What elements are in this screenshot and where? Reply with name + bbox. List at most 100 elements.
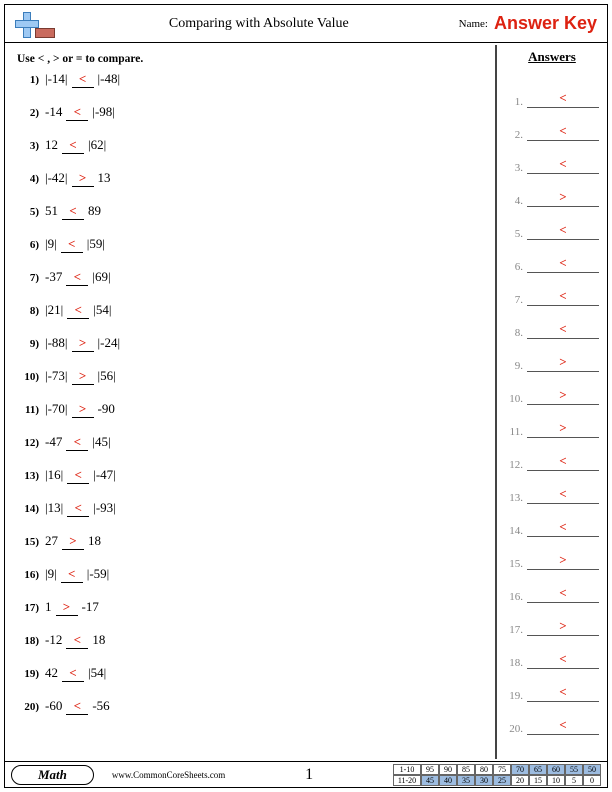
instruction-text: Use < , > or = to compare. <box>17 53 485 65</box>
answer-row: 16.< <box>505 570 599 603</box>
left-operand: 27 <box>45 533 58 549</box>
score-cell: 40 <box>439 775 457 786</box>
answer-number: 19. <box>505 690 523 702</box>
expression: 12<|62| <box>45 137 106 154</box>
score-cell: 30 <box>475 775 493 786</box>
problem-number: 4) <box>17 173 39 185</box>
answer-number: 3. <box>505 162 523 174</box>
comparison-slot: < <box>61 236 83 253</box>
answer-number: 5. <box>505 228 523 240</box>
left-operand: -47 <box>45 434 62 450</box>
expression: -14<|-98| <box>45 104 115 121</box>
answer-number: 8. <box>505 327 523 339</box>
left-operand: 1 <box>45 599 52 615</box>
expression: |-14|<|-48| <box>45 71 120 88</box>
answer-number: 1. <box>505 96 523 108</box>
answer-row: 12.< <box>505 438 599 471</box>
score-cell: 5 <box>565 775 583 786</box>
score-cell: 90 <box>439 764 457 775</box>
score-cell: 45 <box>421 775 439 786</box>
footer: Math www.CommonCoreSheets.com 1 1-109590… <box>5 761 607 787</box>
answer-value: < <box>527 156 599 174</box>
comparison-symbol: < <box>69 665 76 680</box>
right-operand: |-47| <box>93 467 116 483</box>
expression: 27 >18 <box>45 533 101 550</box>
right-operand: |-48| <box>98 71 121 87</box>
answer-value: < <box>527 321 599 339</box>
right-operand: |54| <box>88 665 106 681</box>
problem-number: 18) <box>17 635 39 647</box>
comparison-slot: < <box>72 71 94 88</box>
expression: |9|<|59| <box>45 236 105 253</box>
comparison-symbol: > <box>69 533 76 548</box>
comparison-symbol: > <box>79 368 86 383</box>
answer-value: < <box>527 453 599 471</box>
answer-number: 11. <box>505 426 523 438</box>
answer-row: 2.< <box>505 108 599 141</box>
expression: |16|<|-47| <box>45 467 116 484</box>
comparison-symbol: < <box>68 566 75 581</box>
expression: |-42|>13 <box>45 170 111 187</box>
comparison-slot: > <box>72 170 94 187</box>
score-cell: 1-10 <box>393 764 421 775</box>
right-operand: |54| <box>93 302 111 318</box>
problem-number: 19) <box>17 668 39 680</box>
left-operand: -12 <box>45 632 62 648</box>
expression: 1>-17 <box>45 599 99 616</box>
problem-number: 16) <box>17 569 39 581</box>
answer-row: 14.< <box>505 504 599 537</box>
problem-number: 10) <box>17 371 39 383</box>
answer-row: 3. < <box>505 141 599 174</box>
comparison-slot: > <box>72 401 94 418</box>
comparison-slot: < <box>61 566 83 583</box>
score-cell: 55 <box>565 764 583 775</box>
score-cell: 15 <box>529 775 547 786</box>
comparison-symbol: < <box>75 302 82 317</box>
problem-row: 4) |-42|>13 <box>17 170 485 203</box>
answer-value: < <box>527 222 599 240</box>
problem-number: 5) <box>17 206 39 218</box>
problem-row: 17)1>-17 <box>17 599 485 632</box>
problem-row: 18)-12<18 <box>17 632 485 665</box>
problem-row: 2)-14<|-98| <box>17 104 485 137</box>
score-cell: 10 <box>547 775 565 786</box>
expression: |9|<|-59| <box>45 566 109 583</box>
answer-number: 15. <box>505 558 523 570</box>
answer-row: 13.< <box>505 471 599 504</box>
comparison-symbol: < <box>74 632 81 647</box>
answer-row: 19.< <box>505 669 599 702</box>
comparison-symbol: < <box>74 698 81 713</box>
score-cell: 80 <box>475 764 493 775</box>
right-operand: |-59| <box>87 566 110 582</box>
comparison-slot: < <box>66 269 88 286</box>
answers-header: Answers <box>505 49 599 65</box>
right-operand: |-24| <box>98 335 121 351</box>
answer-row: 20.< <box>505 702 599 735</box>
comparison-symbol: < <box>74 104 81 119</box>
comparison-symbol: < <box>79 71 86 86</box>
expression: -37<|69| <box>45 269 111 286</box>
score-cell: 50 <box>583 764 601 775</box>
problem-number: 15) <box>17 536 39 548</box>
comparison-slot: < <box>62 137 84 154</box>
expression: -12<18 <box>45 632 105 649</box>
right-operand: 18 <box>88 533 101 549</box>
answer-value: > <box>527 189 599 207</box>
problem-row: 9)|-88|>|-24| <box>17 335 485 368</box>
answer-number: 4. <box>505 195 523 207</box>
answer-row: 1.< <box>505 75 599 108</box>
problem-number: 7) <box>17 272 39 284</box>
answer-value: < <box>527 255 599 273</box>
problem-row: 8)|21|<|54| <box>17 302 485 335</box>
score-cell: 60 <box>547 764 565 775</box>
answer-number: 13. <box>505 492 523 504</box>
comparison-slot: < <box>66 698 88 715</box>
right-operand: |-98| <box>92 104 115 120</box>
comparison-symbol: > <box>79 170 86 185</box>
comparison-slot: > <box>72 368 94 385</box>
expression: |13|<|-93| <box>45 500 116 517</box>
problems-column: Use < , > or = to compare. 1)|-14|<|-48|… <box>5 45 495 759</box>
problem-number: 20) <box>17 701 39 713</box>
answer-value: < <box>527 651 599 669</box>
subject-pill: Math <box>11 765 94 785</box>
